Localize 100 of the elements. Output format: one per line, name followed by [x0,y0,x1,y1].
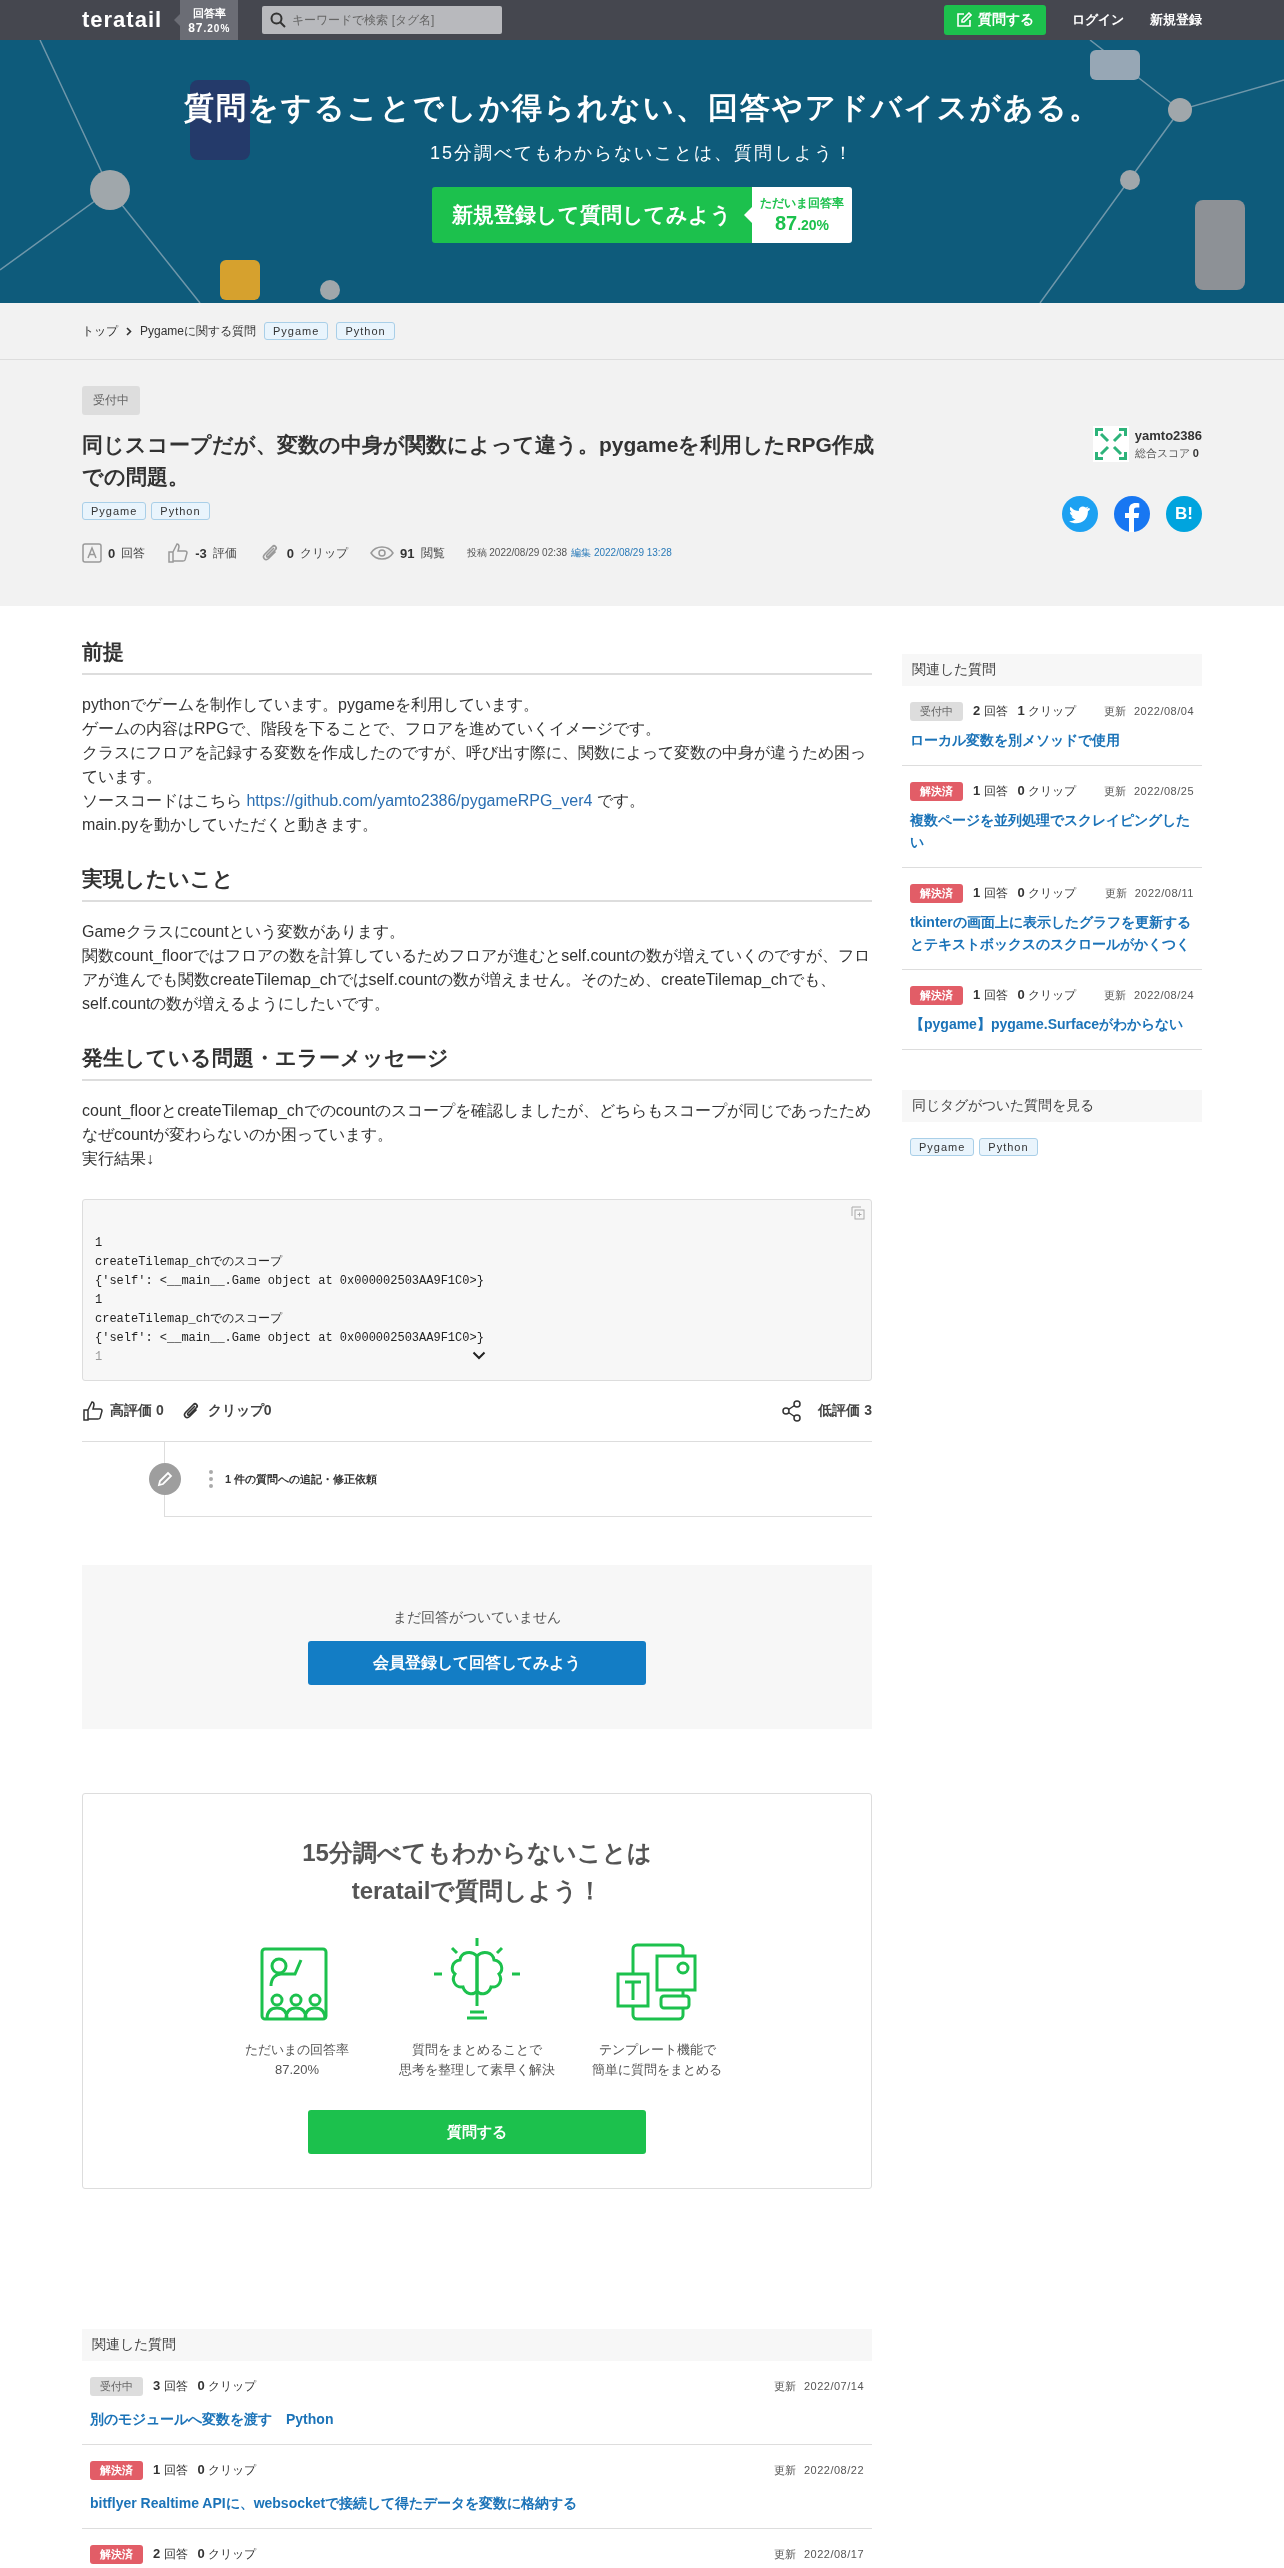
section-heading: 同じタグがついた質問を見る [902,1090,1202,1122]
body-text: ゲームの内容はRPGで、階段を下ることで、フロアを進めていくイメージです。 [82,719,662,739]
hero-subtitle: 15分調べてもわからないことは、質問しよう！ [430,142,854,165]
search-field[interactable]: キーワードで検索 [タグ名] [262,6,503,34]
twitter-icon[interactable] [1062,496,1098,532]
rate-value: 87.20% [188,20,231,35]
body-text: 実行結果↓ [82,1149,155,1169]
tag[interactable]: Python [979,1138,1038,1156]
stat-value: -3 [195,545,207,561]
answer-count: 2 回答 [973,703,1008,720]
stat-label: 閲覧 [420,544,445,562]
clip-button[interactable]: クリップ0 [179,1400,272,1422]
clip-count: 0 クリップ [1017,885,1077,902]
chevron-icon [126,326,132,336]
feature-text: テンプレート機能で 簡単に質問をまとめる [592,2041,722,2079]
updated-date: 更新 2022/08/04 [1103,704,1194,719]
updated-date: 更新 2022/08/25 [1103,784,1194,799]
logo[interactable]: teratail [82,7,163,33]
updated-date: 更新 2022/08/11 [1104,886,1194,901]
answer-count: 1 回答 [153,2462,188,2479]
no-answer-message: まだ回答がついていません [393,1609,561,1627]
question-link[interactable]: 複数ページを並列処理でスクレイピングしたい [910,809,1194,853]
answer-count: 1 回答 [973,885,1008,902]
chevron-down-icon[interactable] [472,1351,486,1360]
breadcrumb-link[interactable]: Pygameに関する質問 [140,322,257,340]
section-heading: 関連した質問 [902,654,1202,686]
facebook-icon[interactable] [1114,496,1150,532]
status-label: 解決済 [910,782,963,801]
tag[interactable]: Pygame [910,1138,975,1156]
repository-link[interactable]: https://github.com/yamto2386/pygameRPG_ver4 [246,792,593,809]
share-icon[interactable] [782,1400,803,1422]
signup-answer-button[interactable]: 会員登録して回答してみよう [308,1641,646,1685]
downvote-button[interactable]: 低評価 3 [818,1402,872,1420]
tag[interactable]: Pygame [264,322,329,340]
user-avatar-icon[interactable] [1092,426,1129,462]
code-line: {'self': <__main__.Game object at 0x000002503AA9F1C0>} [95,1330,484,1347]
stat-label: 回答 [121,544,146,562]
answer-count: 1 回答 [973,783,1008,800]
section-heading: 関連した質問 [82,2329,872,2361]
template-icon [615,1942,699,2022]
question-link[interactable]: bitflyer Realtime APIに、websocketで接続して得たデータを変数に格納する [90,2492,864,2514]
upvote-button[interactable]: 高評価 0 [82,1400,164,1422]
brain-bulb-icon [432,1936,522,2022]
tag[interactable]: Python [336,322,395,340]
code-line: createTilemap_chでのスコープ [95,1254,283,1271]
body-text: ソースコードはこちら https://github.com/yamto2386/pygameRPG_ver4 です。 [82,791,646,811]
updated-date: 更新 2022/08/17 [773,2547,864,2562]
edit-request-link[interactable]: 1 件の質問への追記・修正依頼 [225,1471,378,1487]
stat-value: 91 [400,545,415,561]
answer-count: 1 回答 [973,987,1008,1004]
code-line: createTilemap_chでのスコープ [95,1311,283,1328]
body-text: クラスにフロアを記録する変数を作成したのですが、呼び出す際に、関数によって変数の中身が違うため困っています。 [82,743,867,787]
answer-count: 2 回答 [153,2546,188,2563]
tag[interactable]: Python [151,502,210,520]
user-name[interactable]: yamto2386 [1134,427,1202,443]
stat-value: 0 [286,545,295,561]
code-line: 1 [95,1349,103,1366]
status-label: 受付中 [90,2377,143,2396]
code-line: 1 [95,1235,103,1252]
rate-value: 87.20% [774,212,830,235]
thumbs-up-icon [167,542,190,564]
body-text: count_floorとcreateTilemap_chでのcountのスコープを確認しましたが、どちらもスコープが同じであったためなぜcountが変わらないのか困っています。 [82,1101,872,1145]
posted-date: 投稿 2022/08/29 02:38 [466,546,568,560]
clip-count: 0 クリップ [197,2378,257,2395]
clip-count: 1 クリップ [1017,703,1077,720]
edit-icon [956,12,972,28]
question-link[interactable]: ローカル変数を別メソッドで使用 [910,729,1194,751]
tag[interactable]: Pygame [82,502,147,520]
copy-icon[interactable] [851,1206,865,1220]
code-line: 1 [95,1292,103,1309]
stat-label: クリップ [300,544,349,562]
pencil-icon [149,1463,181,1495]
body-text: pythonでゲームを制作しています。pygameを利用しています。 [82,695,540,715]
section-heading: 前提 [82,638,872,675]
clip-count: 0 クリップ [1017,783,1077,800]
status-label: 受付中 [82,386,140,415]
more-icon[interactable] [209,1469,213,1489]
thumbs-up-icon [82,1400,104,1422]
code-line: {'self': <__main__.Game object at 0x000002503AA9F1C0>} [95,1273,484,1290]
stat-label: 評価 [212,544,237,562]
user-score: 総合スコア 0 [1134,445,1200,461]
updated-date: 更新 2022/08/24 [1103,988,1194,1003]
status-label: 解決済 [910,986,963,1005]
edited-date-link[interactable]: 編集 2022/08/29 13:28 [571,546,672,560]
rate-label: ただいま回答率 [760,195,844,212]
question-link[interactable]: tkinterの画面上に表示したグラフを更新するとテキストボックスのスクロールがかくつく [910,911,1194,955]
breadcrumb-link[interactable]: トップ [82,322,118,340]
question-title: 同じスコープだが、変数の中身が関数によって違う。pygameを利用したRPG作成での問題。 [82,432,875,490]
clip-count: 0 クリップ [197,2546,257,2563]
hero-title: 質問をすることでしか得られない、回答やアドバイスがある。 [183,90,1101,126]
body-text: Gameクラスにcountという変数があります。 [82,922,406,942]
login-link[interactable]: ログイン [1072,11,1124,29]
body-text: main.pyを動かしていただくと動きます。 [82,815,380,835]
question-link[interactable]: 【pygame】pygame.Surfaceがわからない [910,1013,1194,1035]
section-heading: 実現したいこと [82,865,872,902]
question-link[interactable]: 別のモジュールへ変数を渡す Python [90,2408,864,2430]
cta-title: 15分調べてもわからないことは teratailで質問しよう！ [302,1838,652,1906]
signup-link[interactable]: 新規登録 [1150,11,1202,29]
clip-count: 0 クリップ [1017,987,1077,1004]
status-label: 解決済 [90,2545,143,2564]
